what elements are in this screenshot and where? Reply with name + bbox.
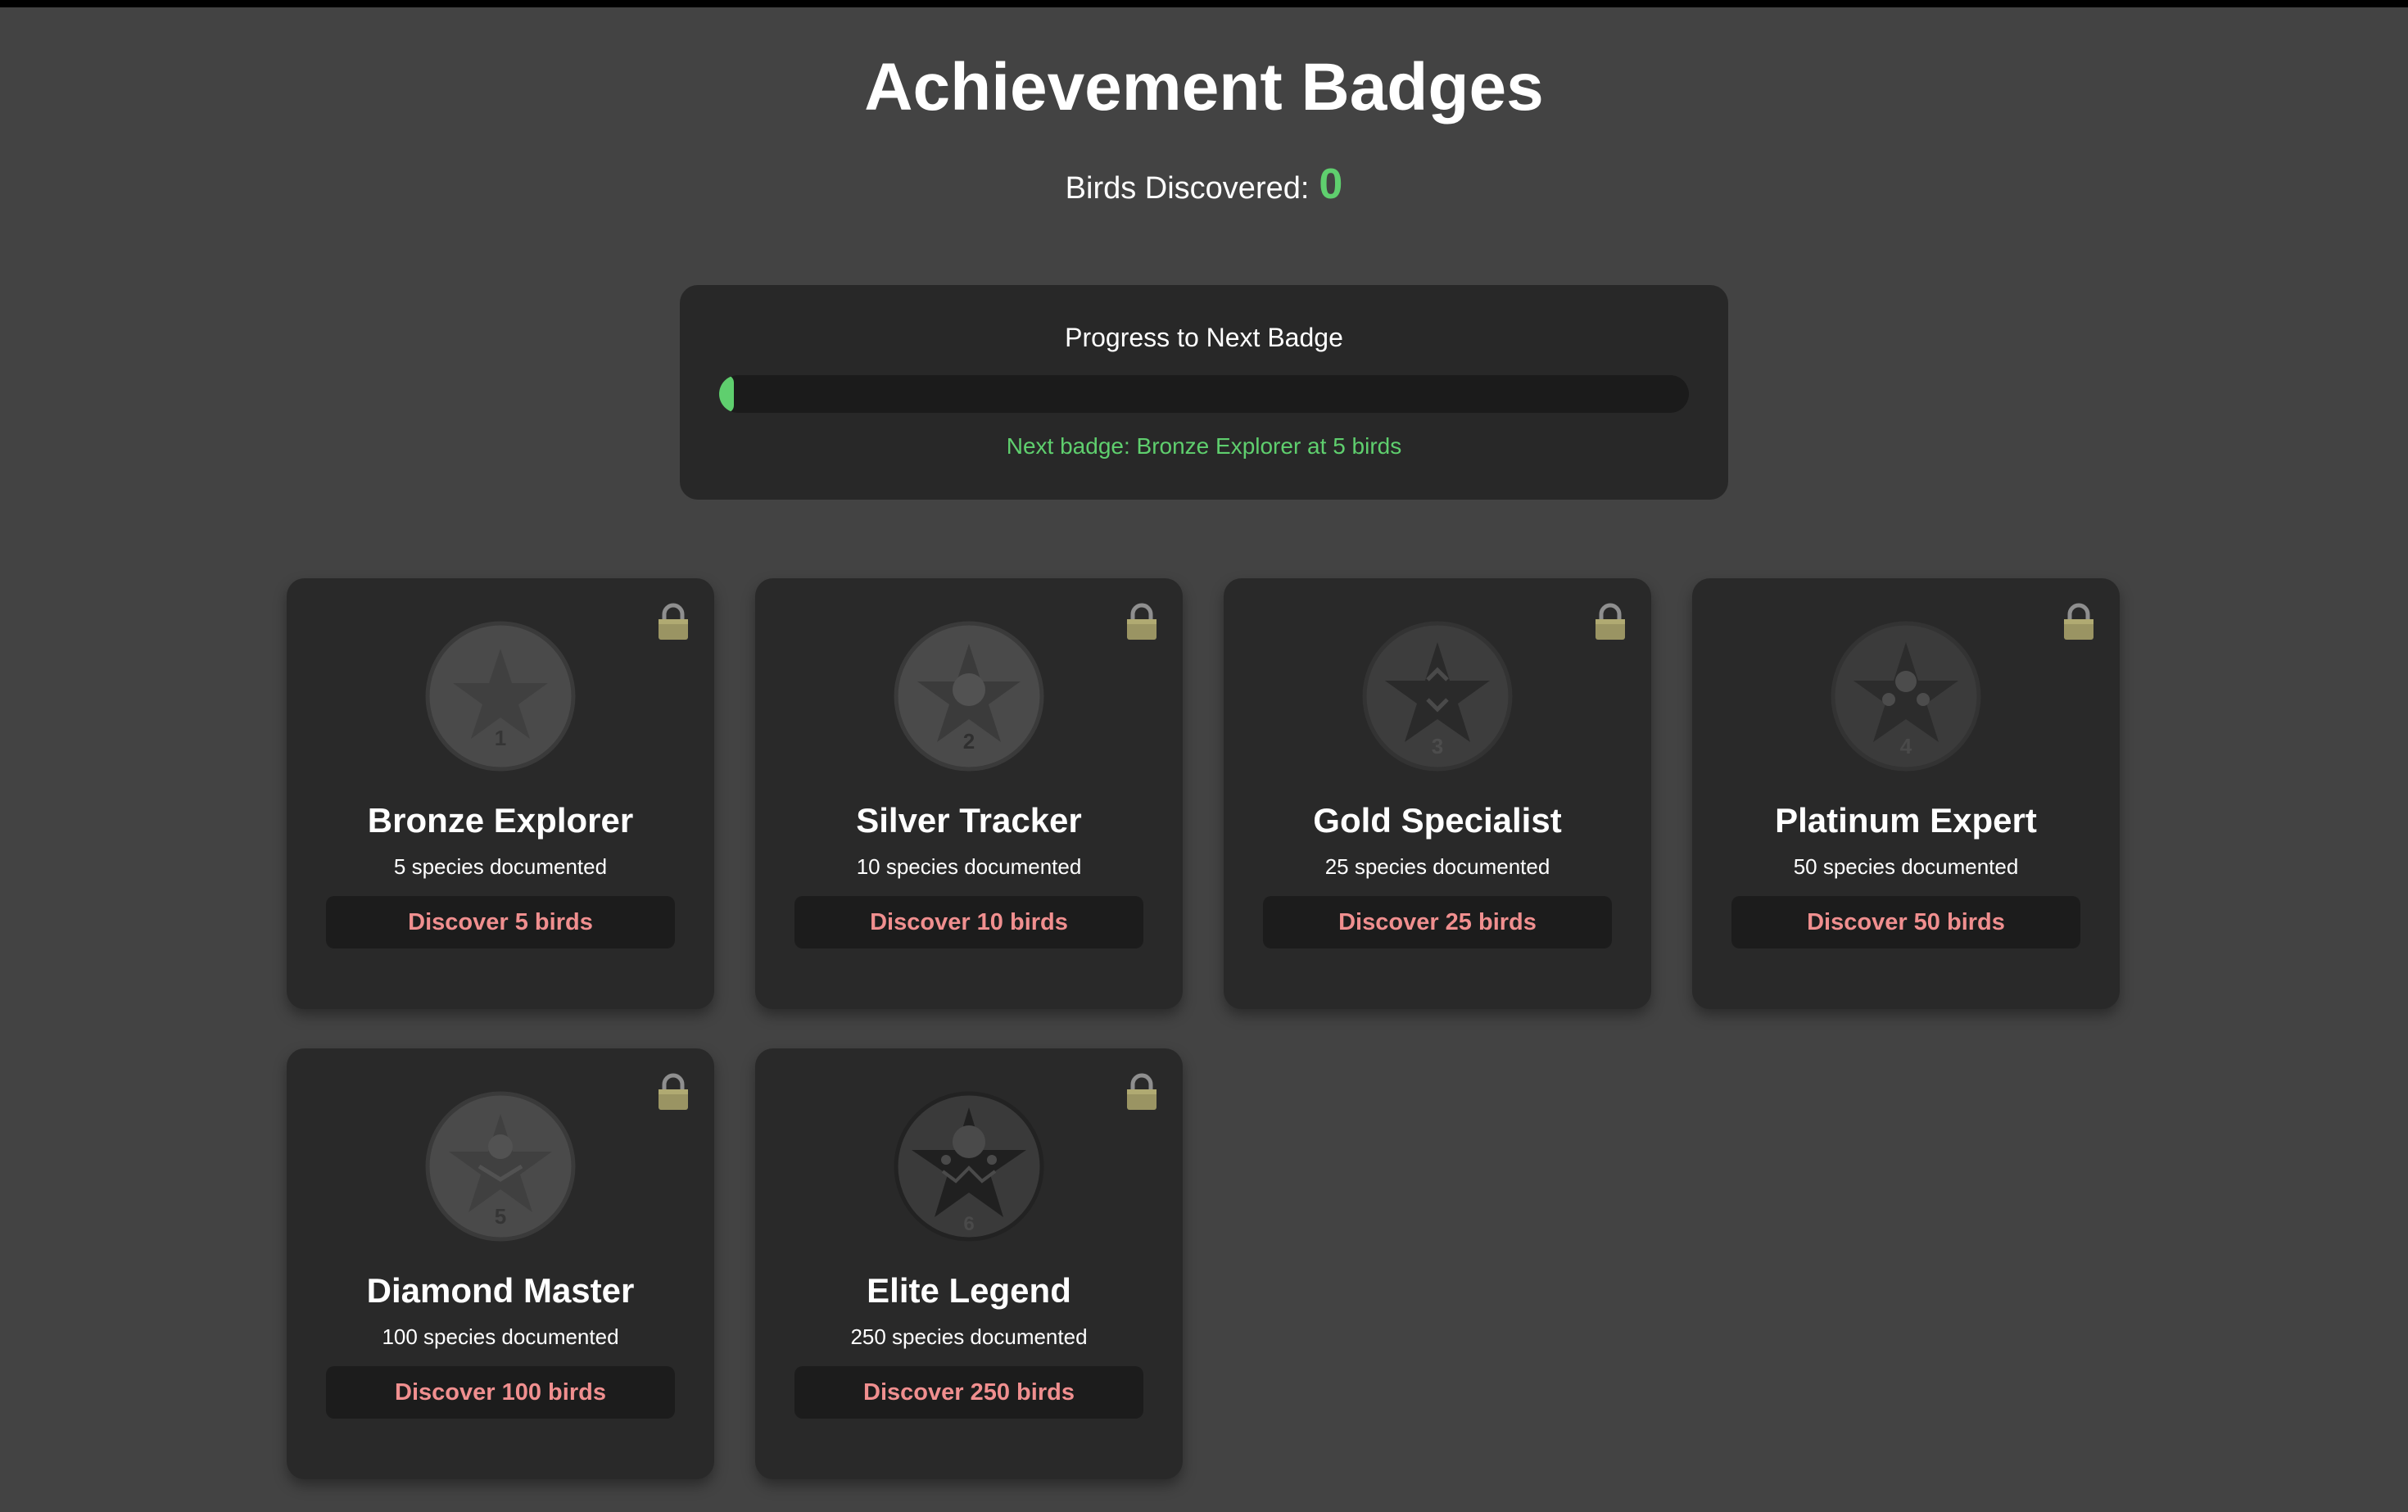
star-medal-icon: 1 xyxy=(425,621,576,772)
progress-title: Progress to Next Badge xyxy=(1065,323,1343,352)
star-chevron-medal-icon: 3 xyxy=(1362,621,1513,772)
badge-number: 5 xyxy=(495,1204,506,1229)
badge-card-diamond-master[interactable]: 5 Diamond Master 100 species documented … xyxy=(287,1048,714,1479)
lock-icon xyxy=(1596,603,1625,640)
next-badge-text: Next badge: Bronze Explorer at 5 birds xyxy=(1006,433,1402,459)
badge-requirement: Discover 250 birds xyxy=(794,1366,1143,1419)
badge-name: Gold Specialist xyxy=(1313,801,1562,840)
lock-icon xyxy=(1127,1073,1156,1110)
badge-number: 4 xyxy=(1900,734,1912,758)
badge-description: 50 species documented xyxy=(1793,854,2019,879)
badge-card-elite-legend[interactable]: 6 Elite Legend 250 species documented Di… xyxy=(755,1048,1183,1479)
badge-description: 5 species documented xyxy=(393,854,608,879)
badge-requirement: Discover 10 birds xyxy=(794,896,1143,948)
lock-icon xyxy=(2064,603,2093,640)
birds-discovered-count: 0 xyxy=(1319,161,1343,208)
lock-icon xyxy=(659,603,688,640)
lock-icon xyxy=(659,1073,688,1110)
badge-requirement: Discover 100 birds xyxy=(326,1366,675,1419)
badge-requirement: Discover 25 birds xyxy=(1263,896,1612,948)
top-bar xyxy=(0,0,2408,7)
badge-description: 10 species documented xyxy=(856,854,1082,879)
badge-requirement: Discover 5 birds xyxy=(326,896,675,948)
birds-discovered-label: Birds Discovered: xyxy=(1065,171,1310,206)
star-wings-medal-icon: 5 xyxy=(425,1091,576,1242)
page-title: Achievement Badges xyxy=(864,50,1544,124)
badge-name: Silver Tracker xyxy=(856,801,1082,840)
badge-requirement: Discover 50 birds xyxy=(1731,896,2080,948)
badge-name: Diamond Master xyxy=(366,1271,635,1310)
badge-card-silver-tracker[interactable]: 2 Silver Tracker 10 species documented D… xyxy=(755,578,1183,1009)
badge-description: 25 species documented xyxy=(1324,854,1550,879)
badge-number: 6 xyxy=(963,1213,974,1235)
star-circle-medal-icon: 2 xyxy=(894,621,1044,772)
lock-icon xyxy=(1127,603,1156,640)
progress-bar-fill xyxy=(719,375,734,413)
badge-card-platinum-expert[interactable]: 4 Platinum Expert 50 species documented … xyxy=(1692,578,2120,1009)
progress-card: Progress to Next Badge xyxy=(680,285,1728,500)
star-crown-medal-icon: 6 xyxy=(894,1091,1044,1242)
badge-description: 100 species documented xyxy=(382,1324,619,1349)
badge-card-bronze-explorer[interactable]: 1 Bronze Explorer 5 species documented D… xyxy=(287,578,714,1009)
badge-name: Platinum Expert xyxy=(1775,801,2037,840)
badge-number: 3 xyxy=(1432,734,1443,758)
progress-bar xyxy=(719,375,1689,413)
badge-name: Bronze Explorer xyxy=(367,801,634,840)
birds-discovered: Birds Discovered: 0 xyxy=(0,154,2408,219)
badge-number: 2 xyxy=(963,729,975,754)
badge-name: Elite Legend xyxy=(867,1271,1071,1310)
star-dots-medal-icon: 4 xyxy=(1831,621,1981,772)
badge-number: 1 xyxy=(495,726,506,750)
badge-card-gold-specialist[interactable]: 3 Gold Specialist 25 species documented … xyxy=(1224,578,1651,1009)
badge-description: 250 species documented xyxy=(850,1324,1088,1349)
